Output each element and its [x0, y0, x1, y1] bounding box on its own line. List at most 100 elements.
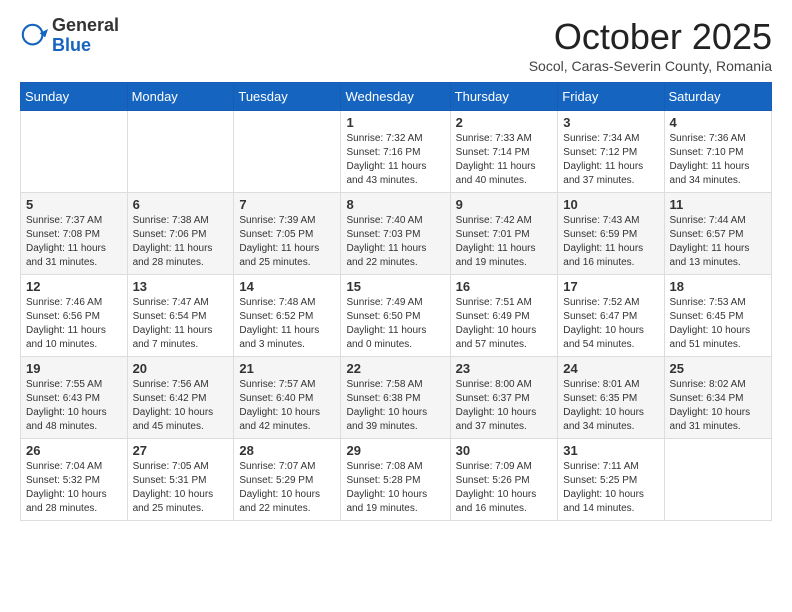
day-cell: 20Sunrise: 7:56 AMSunset: 6:42 PMDayligh… [127, 357, 234, 439]
day-number: 4 [670, 115, 766, 130]
day-number: 12 [26, 279, 122, 294]
day-info: Sunrise: 7:09 AMSunset: 5:26 PMDaylight:… [456, 460, 553, 516]
day-number: 24 [563, 361, 658, 376]
day-info: Sunrise: 7:04 AMSunset: 5:32 PMDaylight:… [26, 460, 122, 516]
day-cell: 26 Sunrise: 7:04 AMSunset: 5:32 PMDayligh… [21, 439, 128, 521]
day-cell: 30 Sunrise: 7:09 AMSunset: 5:26 PMDayligh… [450, 439, 558, 521]
day-number: 13 [133, 279, 229, 294]
day-info: Sunrise: 7:34 AMSunset: 7:12 PMDaylight:… [563, 132, 658, 188]
logo-general: General [52, 15, 119, 35]
day-info: Sunrise: 7:33 AMSunset: 7:14 PMDaylight:… [456, 132, 553, 188]
day-cell: 23 Sunrise: 8:00 AMSunset: 6:37 PMDayligh… [450, 357, 558, 439]
day-info: Sunrise: 7:44 AMSunset: 6:57 PMDaylight:… [670, 214, 766, 270]
day-cell: 19Sunrise: 7:55 AMSunset: 6:43 PMDayligh… [21, 357, 128, 439]
month-title: October 2025 [529, 16, 772, 58]
day-cell [127, 111, 234, 193]
header: General Blue October 2025 Socol, Caras-S… [20, 16, 772, 74]
day-cell: 24 Sunrise: 8:01 AMSunset: 6:35 PMDayligh… [558, 357, 664, 439]
day-cell: 1Sunrise: 7:32 AMSunset: 7:16 PMDaylight… [341, 111, 450, 193]
weekday-header-tuesday: Tuesday [234, 83, 341, 111]
day-cell: 7Sunrise: 7:39 AMSunset: 7:05 PMDaylight… [234, 193, 341, 275]
day-number: 6 [133, 197, 229, 212]
day-info: Sunrise: 7:43 AMSunset: 6:59 PMDaylight:… [563, 214, 658, 270]
day-cell: 10 Sunrise: 7:43 AMSunset: 6:59 PMDayligh… [558, 193, 664, 275]
day-cell [234, 111, 341, 193]
day-info: Sunrise: 7:51 AMSunset: 6:49 PMDaylight:… [456, 296, 553, 352]
day-cell [21, 111, 128, 193]
day-info: Sunrise: 7:08 AMSunset: 5:28 PMDaylight:… [346, 460, 444, 516]
day-cell: 9 Sunrise: 7:42 AMSunset: 7:01 PMDaylight… [450, 193, 558, 275]
logo-text: General Blue [52, 16, 119, 56]
weekday-header-monday: Monday [127, 83, 234, 111]
day-info: Sunrise: 7:46 AMSunset: 6:56 PMDaylight:… [26, 296, 122, 352]
day-info: Sunrise: 7:42 AMSunset: 7:01 PMDaylight:… [456, 214, 553, 270]
day-number: 25 [670, 361, 766, 376]
day-info: Sunrise: 7:47 AMSunset: 6:54 PMDaylight:… [133, 296, 229, 352]
weekday-header-row: SundayMondayTuesdayWednesdayThursdayFrid… [21, 83, 772, 111]
day-cell: 17Sunrise: 7:52 AMSunset: 6:47 PMDayligh… [558, 275, 664, 357]
day-number: 26 [26, 443, 122, 458]
day-number: 22 [346, 361, 444, 376]
day-cell: 28 Sunrise: 7:07 AMSunset: 5:29 PMDayligh… [234, 439, 341, 521]
week-row-1: 1Sunrise: 7:32 AMSunset: 7:16 PMDaylight… [21, 111, 772, 193]
week-row-2: 5 Sunrise: 7:37 AMSunset: 7:08 PMDaylight… [21, 193, 772, 275]
day-number: 30 [456, 443, 553, 458]
day-info: Sunrise: 8:00 AMSunset: 6:37 PMDaylight:… [456, 378, 553, 434]
week-row-3: 12 Sunrise: 7:46 AMSunset: 6:56 PMDayligh… [21, 275, 772, 357]
day-cell: 31Sunrise: 7:11 AMSunset: 5:25 PMDayligh… [558, 439, 664, 521]
day-cell: 27Sunrise: 7:05 AMSunset: 5:31 PMDayligh… [127, 439, 234, 521]
calendar: SundayMondayTuesdayWednesdayThursdayFrid… [20, 82, 772, 521]
day-info: Sunrise: 7:11 AMSunset: 5:25 PMDaylight:… [563, 460, 658, 516]
day-cell: 6 Sunrise: 7:38 AMSunset: 7:06 PMDaylight… [127, 193, 234, 275]
day-number: 21 [239, 361, 335, 376]
weekday-header-thursday: Thursday [450, 83, 558, 111]
day-number: 18 [670, 279, 766, 294]
day-cell: 3 Sunrise: 7:34 AMSunset: 7:12 PMDaylight… [558, 111, 664, 193]
day-number: 10 [563, 197, 658, 212]
day-cell [664, 439, 771, 521]
day-info: Sunrise: 7:38 AMSunset: 7:06 PMDaylight:… [133, 214, 229, 270]
day-info: Sunrise: 8:01 AMSunset: 6:35 PMDaylight:… [563, 378, 658, 434]
day-cell: 29 Sunrise: 7:08 AMSunset: 5:28 PMDayligh… [341, 439, 450, 521]
day-number: 14 [239, 279, 335, 294]
day-info: Sunrise: 7:53 AMSunset: 6:45 PMDaylight:… [670, 296, 766, 352]
day-number: 16 [456, 279, 553, 294]
day-info: Sunrise: 7:55 AMSunset: 6:43 PMDaylight:… [26, 378, 122, 434]
day-info: Sunrise: 7:37 AMSunset: 7:08 PMDaylight:… [26, 214, 122, 270]
day-cell: 15Sunrise: 7:49 AMSunset: 6:50 PMDayligh… [341, 275, 450, 357]
day-cell: 8Sunrise: 7:40 AMSunset: 7:03 PMDaylight… [341, 193, 450, 275]
day-number: 9 [456, 197, 553, 212]
day-number: 29 [346, 443, 444, 458]
day-cell: 2 Sunrise: 7:33 AMSunset: 7:14 PMDaylight… [450, 111, 558, 193]
day-info: Sunrise: 7:36 AMSunset: 7:10 PMDaylight:… [670, 132, 766, 188]
day-info: Sunrise: 8:02 AMSunset: 6:34 PMDaylight:… [670, 378, 766, 434]
day-info: Sunrise: 7:56 AMSunset: 6:42 PMDaylight:… [133, 378, 229, 434]
day-number: 11 [670, 197, 766, 212]
day-number: 23 [456, 361, 553, 376]
day-number: 28 [239, 443, 335, 458]
day-number: 1 [346, 115, 444, 130]
day-number: 2 [456, 115, 553, 130]
day-info: Sunrise: 7:07 AMSunset: 5:29 PMDaylight:… [239, 460, 335, 516]
day-info: Sunrise: 7:49 AMSunset: 6:50 PMDaylight:… [346, 296, 444, 352]
week-row-4: 19Sunrise: 7:55 AMSunset: 6:43 PMDayligh… [21, 357, 772, 439]
day-info: Sunrise: 7:48 AMSunset: 6:52 PMDaylight:… [239, 296, 335, 352]
day-cell: 25 Sunrise: 8:02 AMSunset: 6:34 PMDayligh… [664, 357, 771, 439]
day-cell: 11 Sunrise: 7:44 AMSunset: 6:57 PMDayligh… [664, 193, 771, 275]
day-number: 5 [26, 197, 122, 212]
logo: General Blue [20, 16, 119, 56]
weekday-header-wednesday: Wednesday [341, 83, 450, 111]
day-info: Sunrise: 7:58 AMSunset: 6:38 PMDaylight:… [346, 378, 444, 434]
weekday-header-sunday: Sunday [21, 83, 128, 111]
day-info: Sunrise: 7:05 AMSunset: 5:31 PMDaylight:… [133, 460, 229, 516]
subtitle: Socol, Caras-Severin County, Romania [529, 58, 772, 74]
logo-blue: Blue [52, 35, 91, 55]
day-info: Sunrise: 7:57 AMSunset: 6:40 PMDaylight:… [239, 378, 335, 434]
day-cell: 22 Sunrise: 7:58 AMSunset: 6:38 PMDayligh… [341, 357, 450, 439]
day-number: 8 [346, 197, 444, 212]
day-cell: 21 Sunrise: 7:57 AMSunset: 6:40 PMDayligh… [234, 357, 341, 439]
day-number: 7 [239, 197, 335, 212]
week-row-5: 26 Sunrise: 7:04 AMSunset: 5:32 PMDayligh… [21, 439, 772, 521]
day-cell: 4 Sunrise: 7:36 AMSunset: 7:10 PMDaylight… [664, 111, 771, 193]
day-number: 3 [563, 115, 658, 130]
